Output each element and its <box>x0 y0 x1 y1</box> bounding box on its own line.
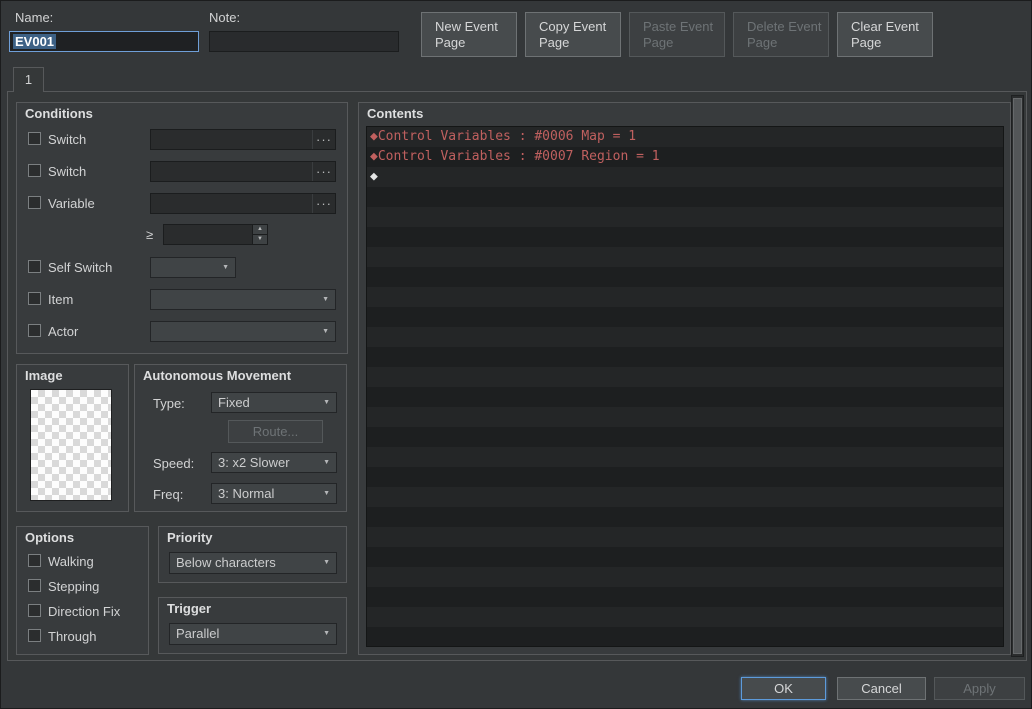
options-panel: Options Walking Stepping Direction Fix T… <box>16 526 149 655</box>
conditions-panel: Conditions Switch ··· Switch ··· Variabl… <box>16 102 348 354</box>
autonomous-movement-panel: Autonomous Movement Type: Fixed ▼ Route.… <box>134 364 347 512</box>
note-input[interactable] <box>209 31 399 52</box>
event-command-line[interactable]: ◆ <box>367 167 1003 187</box>
event-page-frame: Conditions Switch ··· Switch ··· Variabl… <box>7 91 1027 661</box>
actor-label: Actor <box>48 324 79 339</box>
ok-button[interactable]: OK <box>741 677 826 700</box>
note-label: Note: <box>209 10 241 25</box>
chevron-down-icon: ▼ <box>222 264 229 271</box>
movement-freq-value: 3: Normal <box>218 486 275 501</box>
name-input[interactable]: EV001 <box>9 31 199 52</box>
switch2-checkbox[interactable] <box>28 164 41 177</box>
event-editor-window: Name: EV001 Note: New Event Page Copy Ev… <box>0 0 1032 709</box>
trigger-dropdown[interactable]: Parallel ▼ <box>169 623 337 645</box>
name-label: Name: <box>15 10 54 25</box>
autonomous-movement-title: Autonomous Movement <box>143 368 292 383</box>
clear-event-page-button[interactable]: Clear Event Page <box>837 12 933 57</box>
walking-label: Walking <box>48 554 94 569</box>
conditions-title: Conditions <box>25 106 93 121</box>
actor-checkbox[interactable] <box>28 324 41 337</box>
chevron-down-icon: ▼ <box>323 399 330 406</box>
chevron-down-icon: ▼ <box>322 296 329 303</box>
actor-dropdown[interactable]: ▼ <box>150 321 336 342</box>
options-title: Options <box>25 530 75 545</box>
event-command-line[interactable]: ◆Control Variables : #0007 Region = 1 <box>367 147 1003 167</box>
contents-panel: Contents ◆Control Variables : #0006 Map … <box>358 102 1011 655</box>
scrollbar-thumb[interactable] <box>1013 98 1022 654</box>
movement-speed-dropdown[interactable]: 3: x2 Slower ▼ <box>211 452 337 473</box>
spin-down-icon[interactable]: ▼ <box>252 234 267 244</box>
chevron-down-icon: ▼ <box>323 559 330 566</box>
movement-freq-dropdown[interactable]: 3: Normal ▼ <box>211 483 337 504</box>
route-button: Route... <box>228 420 323 443</box>
priority-title: Priority <box>167 530 213 545</box>
type-label: Type: <box>153 396 185 411</box>
stepping-checkbox[interactable] <box>28 579 41 592</box>
apply-button: Apply <box>934 677 1025 700</box>
name-input-selected-text: EV001 <box>13 34 57 49</box>
paste-event-page-button: Paste Event Page <box>629 12 725 57</box>
walking-checkbox[interactable] <box>28 554 41 567</box>
movement-type-dropdown[interactable]: Fixed ▼ <box>211 392 337 413</box>
switch2-label: Switch <box>48 164 87 179</box>
switch1-field[interactable]: ··· <box>150 129 336 150</box>
priority-panel: Priority Below characters ▼ <box>158 526 347 583</box>
self-switch-checkbox[interactable] <box>28 260 41 273</box>
trigger-panel: Trigger Parallel ▼ <box>158 597 347 654</box>
variable-field[interactable]: ··· <box>150 193 336 214</box>
variable-operator-label: ≥ <box>146 227 154 242</box>
chevron-down-icon: ▼ <box>323 490 330 497</box>
ellipsis-icon[interactable]: ··· <box>312 130 335 149</box>
chevron-down-icon: ▼ <box>323 630 330 637</box>
image-title: Image <box>25 368 63 383</box>
switch1-label: Switch <box>48 132 87 147</box>
trigger-title: Trigger <box>167 601 212 616</box>
through-checkbox[interactable] <box>28 629 41 642</box>
chevron-down-icon: ▼ <box>322 328 329 335</box>
variable-label: Variable <box>48 196 95 211</box>
ellipsis-icon[interactable]: ··· <box>312 162 335 181</box>
image-panel: Image <box>16 364 129 512</box>
contents-list[interactable]: ◆Control Variables : #0006 Map = 1 ◆Cont… <box>366 126 1004 647</box>
variable-amount-spinner[interactable]: ▲ ▼ <box>163 224 268 245</box>
movement-type-value: Fixed <box>218 395 250 410</box>
switch1-checkbox[interactable] <box>28 132 41 145</box>
trigger-value: Parallel <box>176 626 220 641</box>
priority-value: Below characters <box>176 555 276 570</box>
chevron-down-icon: ▼ <box>323 459 330 466</box>
ellipsis-icon[interactable]: ··· <box>312 194 335 213</box>
priority-dropdown[interactable]: Below characters ▼ <box>169 552 337 574</box>
event-image-picker[interactable] <box>30 389 112 501</box>
stepping-label: Stepping <box>48 579 100 594</box>
freq-label: Freq: <box>153 487 184 502</box>
delete-event-page-button: Delete Event Page <box>733 12 829 57</box>
through-label: Through <box>48 629 97 644</box>
direction-fix-checkbox[interactable] <box>28 604 41 617</box>
self-switch-label: Self Switch <box>48 260 113 275</box>
speed-label: Speed: <box>153 456 195 471</box>
spin-up-icon[interactable]: ▲ <box>252 225 267 234</box>
switch2-field[interactable]: ··· <box>150 161 336 182</box>
cancel-button[interactable]: Cancel <box>837 677 926 700</box>
contents-title: Contents <box>367 106 424 121</box>
item-checkbox[interactable] <box>28 292 41 305</box>
vertical-scrollbar[interactable] <box>1011 95 1024 657</box>
event-page-tab-1[interactable]: 1 <box>13 67 44 92</box>
movement-speed-value: 3: x2 Slower <box>218 455 290 470</box>
copy-event-page-button[interactable]: Copy Event Page <box>525 12 621 57</box>
item-dropdown[interactable]: ▼ <box>150 289 336 310</box>
event-command-line[interactable]: ◆Control Variables : #0006 Map = 1 <box>367 127 1003 147</box>
variable-checkbox[interactable] <box>28 196 41 209</box>
item-label: Item <box>48 292 74 307</box>
self-switch-dropdown[interactable]: ▼ <box>150 257 236 278</box>
new-event-page-button[interactable]: New Event Page <box>421 12 517 57</box>
direction-fix-label: Direction Fix <box>48 604 121 619</box>
